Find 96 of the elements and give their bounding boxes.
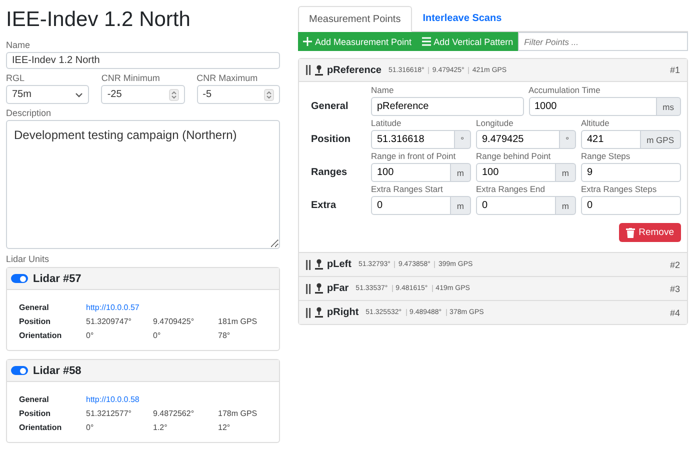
value-text: 51.3212577° bbox=[86, 408, 132, 418]
pin-icon bbox=[315, 307, 323, 318]
description-field[interactable]: Development testing campaign (Northern) bbox=[6, 120, 280, 249]
point-number: #4 bbox=[670, 308, 680, 318]
row-label: Position bbox=[19, 408, 52, 418]
url-link[interactable]: http://10.0.0.58 bbox=[86, 394, 153, 404]
input-field[interactable]: 100 bbox=[476, 163, 556, 182]
filter-field[interactable]: Filter Points ... bbox=[518, 32, 688, 51]
field-label: Accumulation Time bbox=[528, 85, 602, 97]
point-name: pLeft bbox=[327, 259, 352, 270]
field-label: Name bbox=[6, 40, 32, 50]
toggle-switch[interactable] bbox=[11, 274, 28, 283]
pin-icon bbox=[315, 259, 323, 270]
unit-addon: m GPS bbox=[640, 130, 681, 149]
input-field[interactable]: 0 bbox=[476, 196, 556, 215]
value-text: 12° bbox=[218, 422, 232, 432]
toggle-switch[interactable] bbox=[11, 366, 28, 375]
value-text: 1.2° bbox=[153, 422, 168, 432]
section-label: Lidar Units bbox=[6, 254, 50, 264]
field-label: Altitude bbox=[581, 118, 610, 130]
input-field[interactable]: 51.316618 bbox=[371, 130, 455, 149]
lidar-name: Lidar #57 bbox=[33, 272, 82, 284]
unit-addon: ° bbox=[454, 130, 471, 149]
group-label: Ranges bbox=[311, 167, 348, 180]
group-label: Extra bbox=[311, 200, 338, 213]
field-label: Description bbox=[6, 108, 52, 118]
drag-handle-icon[interactable] bbox=[306, 260, 311, 270]
value-text: 9.4872562° bbox=[153, 408, 196, 418]
field-label: CNR Maximum bbox=[196, 73, 259, 84]
field-label: Latitude bbox=[371, 118, 402, 130]
row-label: Orientation bbox=[19, 422, 63, 432]
input-field[interactable]: 9 bbox=[581, 163, 681, 182]
point-number: #1 bbox=[670, 65, 680, 75]
pin-icon bbox=[315, 283, 323, 294]
field-label: Extra Ranges Start bbox=[371, 184, 444, 196]
field-label: RGL bbox=[6, 73, 26, 84]
input-field[interactable]: 0 bbox=[581, 196, 681, 215]
drag-handle-icon[interactable] bbox=[306, 308, 311, 318]
input-field[interactable]: 0 bbox=[371, 196, 451, 215]
trash-icon bbox=[626, 228, 635, 238]
point-name: pFar bbox=[327, 283, 349, 294]
drag-handle-icon[interactable] bbox=[306, 65, 311, 75]
unit-addon: m bbox=[450, 163, 471, 182]
field-label: Longitude bbox=[476, 118, 514, 130]
point-number: #3 bbox=[670, 284, 680, 294]
row-label: Orientation bbox=[19, 330, 63, 340]
input-field[interactable]: 1000 bbox=[528, 97, 657, 116]
group-label: General bbox=[311, 101, 350, 114]
value-text: 51.3209747° bbox=[86, 316, 132, 326]
url-link[interactable]: http://10.0.0.57 bbox=[86, 302, 153, 312]
spinner-icon bbox=[168, 88, 179, 101]
field-label: Extra Ranges Steps bbox=[581, 184, 658, 196]
pin-icon bbox=[315, 64, 323, 76]
drag-handle-icon[interactable] bbox=[306, 284, 311, 294]
value-text: 78° bbox=[218, 330, 232, 340]
input-field[interactable]: pReference bbox=[371, 97, 524, 116]
input-field[interactable]: 9.479425 bbox=[476, 130, 560, 149]
value-text: 9.4709425° bbox=[153, 316, 196, 326]
list-icon bbox=[422, 37, 431, 46]
row-label: General bbox=[19, 394, 50, 404]
spinner-icon bbox=[264, 88, 274, 101]
unit-addon: m bbox=[556, 163, 576, 182]
unit-addon: ° bbox=[560, 130, 576, 149]
input-field[interactable]: 100 bbox=[371, 163, 451, 182]
plus-icon bbox=[303, 37, 312, 46]
remove-button[interactable]: Remove bbox=[618, 223, 681, 242]
value-text: 0° bbox=[153, 330, 162, 340]
field-label: Range Steps bbox=[581, 151, 632, 163]
point-number: #2 bbox=[670, 260, 680, 270]
value-text: 0° bbox=[86, 330, 95, 340]
point-name: pRight bbox=[327, 307, 359, 318]
unit-addon: m bbox=[556, 196, 576, 215]
field-label: Name bbox=[371, 85, 395, 97]
tab[interactable]: Interleave Scans bbox=[412, 5, 513, 31]
field-label: Range in front of Point bbox=[371, 151, 457, 163]
point-name: pReference bbox=[327, 64, 382, 76]
unit-addon: m bbox=[450, 196, 471, 215]
cnr-minimum-field[interactable]: -25 bbox=[101, 85, 185, 104]
field-label: CNR Minimum bbox=[101, 73, 161, 84]
lidar-name: Lidar #58 bbox=[33, 364, 82, 376]
field-label: Range behind Point bbox=[476, 151, 552, 163]
value-text: 181m GPS bbox=[218, 316, 258, 326]
page-title: IEE-Indev 1.2 North bbox=[6, 8, 192, 32]
group-label: Position bbox=[311, 134, 352, 147]
name-field[interactable]: IEE-Indev 1.2 North bbox=[6, 52, 280, 70]
row-label: Position bbox=[19, 316, 52, 326]
tab[interactable]: Measurement Points bbox=[298, 6, 412, 32]
row-label: General bbox=[19, 302, 50, 312]
value-text: 0° bbox=[86, 422, 95, 432]
rgl-select[interactable]: 75m bbox=[6, 85, 90, 104]
cnr-maximum-field[interactable]: -5 bbox=[196, 85, 280, 104]
unit-addon: ms bbox=[656, 97, 681, 116]
value-text: 178m GPS bbox=[218, 408, 258, 418]
chevron-down-icon bbox=[75, 92, 84, 98]
field-label: Extra Ranges End bbox=[476, 184, 546, 196]
input-field[interactable]: 421 bbox=[581, 130, 641, 149]
